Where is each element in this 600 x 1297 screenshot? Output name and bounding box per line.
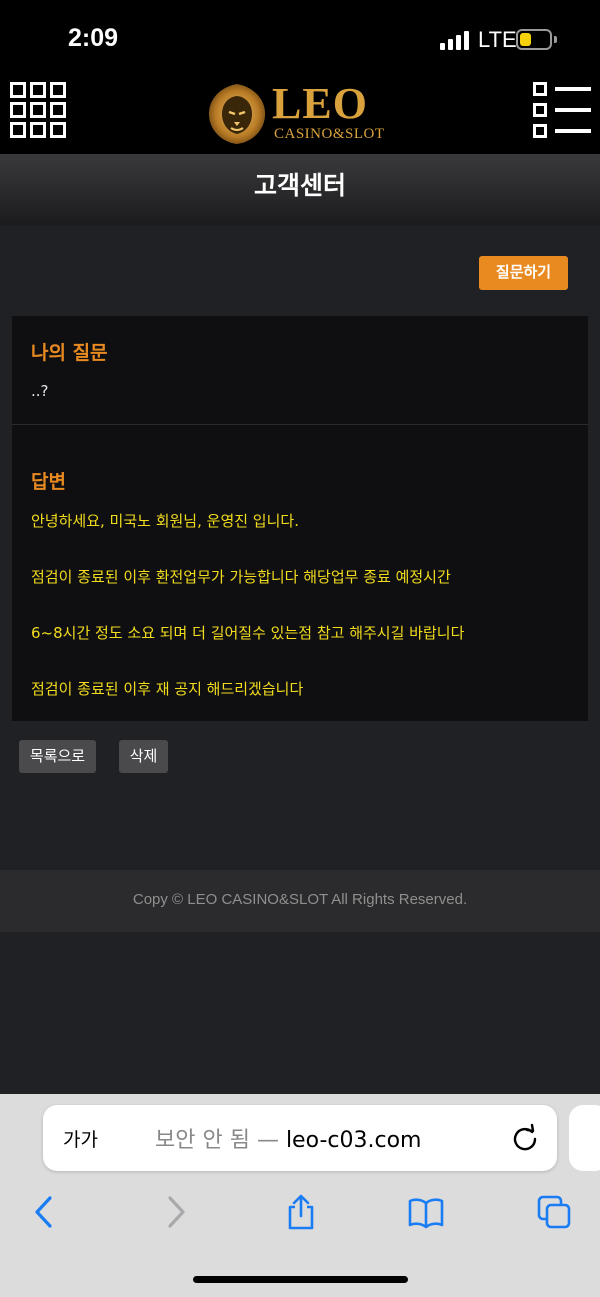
logo-subtitle: CASINO&SLOT	[274, 126, 385, 142]
address-bar[interactable]: 가가 보안 안 됨 — leo-c03.com	[43, 1105, 557, 1171]
battery-icon	[516, 29, 557, 50]
insecure-label: 보안 안 됨 —	[155, 1128, 286, 1153]
lion-icon	[208, 84, 266, 144]
main-content: 질문하기 나의 질문 ..? 답변 안녕하세요, 미국노 회원님, 운영진 입니…	[0, 226, 600, 870]
answer-line: 점검이 종료된 이후 재 공지 해드리겠습니다	[31, 680, 304, 698]
reload-icon[interactable]	[510, 1123, 540, 1153]
bookmarks-icon[interactable]	[408, 1194, 444, 1230]
network-label: LTE	[478, 27, 517, 52]
home-indicator	[193, 1276, 408, 1283]
back-to-list-button[interactable]: 목록으로	[19, 740, 96, 773]
question-heading: 나의 질문	[31, 342, 108, 364]
text-size-button[interactable]: 가가	[63, 1125, 98, 1152]
page-bottom	[0, 932, 600, 1094]
answer-line: 점검이 종료된 이후 환전업무가 가능합니다 해당업무 종료 예정시간	[31, 568, 451, 586]
status-time: 2:09	[68, 24, 119, 52]
site-header: LEO CASINO&SLOT	[0, 72, 600, 154]
divider	[12, 424, 588, 425]
site-logo[interactable]: LEO CASINO&SLOT	[206, 80, 386, 148]
status-bar: 2:09 LTE	[0, 0, 600, 72]
list-menu-icon[interactable]	[533, 82, 591, 138]
delete-button[interactable]: 삭제	[119, 740, 168, 773]
page-title-bar: 고객센터	[0, 154, 600, 226]
next-tab-peek[interactable]	[569, 1105, 600, 1171]
share-icon[interactable]	[283, 1194, 319, 1230]
url-display[interactable]: 보안 안 됨 — leo-c03.com	[155, 1122, 421, 1154]
ask-question-button[interactable]: 질문하기	[479, 256, 568, 290]
copyright-text: Copy © LEO CASINO&SLOT All Rights Reserv…	[132, 891, 468, 908]
domain-text: leo-c03.com	[285, 1128, 422, 1153]
grid-menu-icon[interactable]	[10, 82, 66, 138]
browser-toolbar: 가가 보안 안 됨 — leo-c03.com	[0, 1094, 600, 1297]
inquiry-panel: 나의 질문 ..? 답변 안녕하세요, 미국노 회원님, 운영진 입니다. 점검…	[12, 316, 588, 721]
page-title: 고객센터	[253, 171, 346, 200]
answer-line: 안녕하세요, 미국노 회원님, 운영진 입니다.	[31, 512, 299, 530]
question-text: ..?	[31, 382, 49, 400]
forward-icon[interactable]	[158, 1194, 194, 1230]
back-icon[interactable]	[26, 1194, 62, 1230]
answer-line: 6~8시간 정도 소요 되며 더 길어질수 있는점 참고 해주시길 바랍니다	[31, 624, 465, 642]
logo-wordmark: LEO	[272, 79, 368, 128]
site-footer: Copy © LEO CASINO&SLOT All Rights Reserv…	[0, 870, 600, 932]
signal-icon	[440, 30, 469, 50]
answer-heading: 답변	[31, 471, 66, 493]
tabs-icon[interactable]	[536, 1194, 572, 1230]
